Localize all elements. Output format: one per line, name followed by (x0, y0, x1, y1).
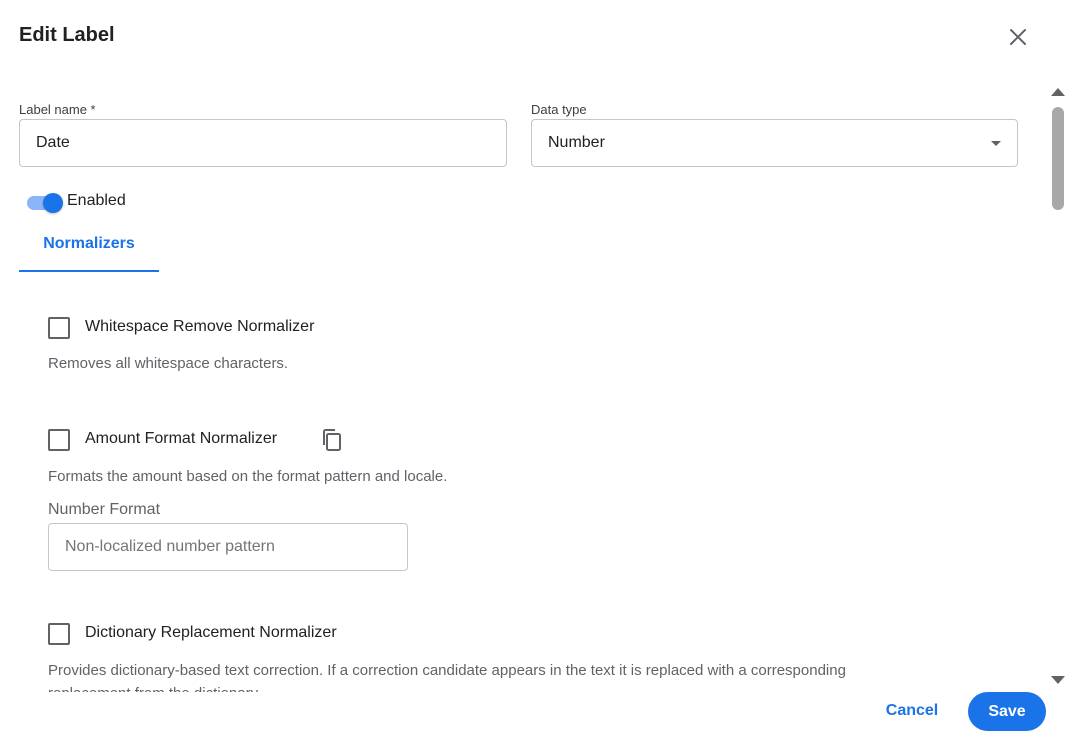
whitespace-remove-title: Whitespace Remove Normalizer (85, 318, 315, 335)
scroll-up-arrow-icon[interactable] (1051, 88, 1065, 96)
label-name-value: Date (36, 134, 70, 151)
chevron-down-icon (991, 140, 1001, 146)
save-button[interactable]: Save (968, 692, 1046, 731)
label-name-input[interactable]: Date (19, 119, 507, 167)
dictionary-replacement-description: Provides dictionary-based text correctio… (48, 662, 846, 692)
whitespace-remove-checkbox[interactable] (48, 317, 70, 339)
data-type-select[interactable]: Number (531, 119, 1018, 167)
enabled-label: Enabled (67, 192, 126, 209)
vertical-scrollbar[interactable] (1048, 83, 1069, 695)
amount-format-checkbox[interactable] (48, 429, 70, 451)
copy-icon[interactable] (321, 428, 343, 452)
scroll-thumb[interactable] (1052, 107, 1064, 210)
dialog-content[interactable]: Label name * Date Data type Number Enabl… (0, 88, 1046, 692)
dictionary-replacement-title: Dictionary Replacement Normalizer (85, 624, 337, 641)
data-type-label: Data type (531, 102, 587, 117)
number-format-label: Number Format (48, 501, 161, 518)
dialog-title: Edit Label (19, 24, 115, 46)
amount-format-title: Amount Format Normalizer (85, 430, 278, 447)
dictionary-replacement-checkbox[interactable] (48, 623, 70, 645)
number-format-input[interactable] (48, 523, 408, 571)
enabled-toggle[interactable] (27, 191, 63, 213)
scroll-down-arrow-icon[interactable] (1051, 676, 1065, 684)
close-icon (1010, 29, 1026, 45)
toggle-thumb (43, 193, 63, 213)
label-name-label: Label name * (19, 102, 96, 117)
data-type-value: Number (548, 134, 605, 151)
close-button[interactable] (1004, 23, 1032, 51)
cancel-button[interactable]: Cancel (870, 692, 954, 730)
tab-normalizers-label: Normalizers (43, 235, 135, 252)
whitespace-remove-description: Removes all whitespace characters. (48, 355, 289, 372)
tab-normalizers[interactable]: Normalizers (19, 226, 159, 272)
amount-format-description: Formats the amount based on the format p… (48, 468, 448, 485)
